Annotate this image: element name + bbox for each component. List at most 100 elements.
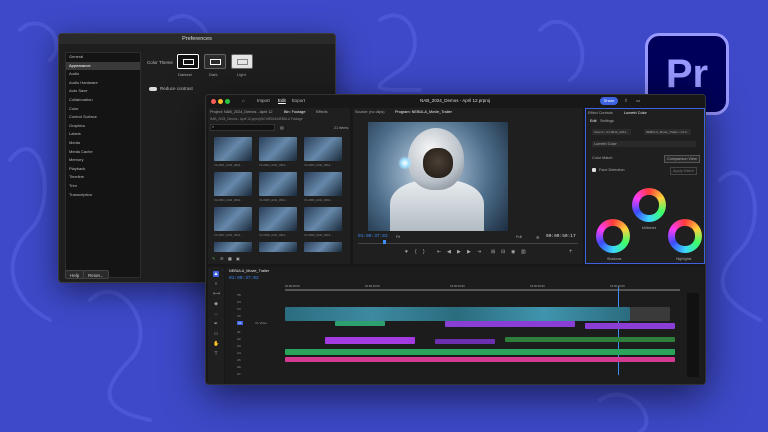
prefs-item-playback[interactable]: Playback xyxy=(66,165,140,174)
v1-clip-tail[interactable] xyxy=(630,307,670,321)
rectangle-tool-icon[interactable]: ▭ xyxy=(213,331,219,337)
help-button[interactable]: Help xyxy=(65,270,85,279)
workspace-icon[interactable]: ▭ xyxy=(636,98,640,104)
tab-bin-footage[interactable]: Bin: Footage xyxy=(284,110,306,114)
step-forward-icon[interactable]: ▶ xyxy=(467,249,471,255)
comparison-view-button[interactable]: Comparison View xyxy=(664,155,700,163)
razor-tool-icon[interactable]: ◆ xyxy=(213,301,219,307)
resolution-select[interactable]: Full xyxy=(516,235,522,239)
a5-clip[interactable] xyxy=(285,349,675,355)
minimize-window-button[interactable] xyxy=(218,99,223,104)
v2-clip[interactable] xyxy=(335,321,385,326)
tab-settings[interactable]: Settings xyxy=(600,119,614,123)
add-button-icon[interactable]: + xyxy=(569,249,573,255)
a1-clip[interactable] xyxy=(585,323,675,329)
reduce-contrast-toggle[interactable] xyxy=(149,87,157,91)
tab-effect-controls[interactable]: Effect Controls xyxy=(588,111,613,115)
insert-icon[interactable]: ⊞ xyxy=(491,249,495,255)
clip-thumbnail[interactable] xyxy=(304,137,342,161)
tab-sequence[interactable]: NEBULA_Movie_Trailer xyxy=(229,269,269,273)
clip-thumbnail[interactable] xyxy=(259,172,297,196)
ripple-edit-tool-icon[interactable]: ⟷ xyxy=(213,291,220,297)
a1-clip[interactable] xyxy=(445,321,575,327)
add-marker-icon[interactable]: ♥ xyxy=(405,249,408,255)
monitor-scrubber[interactable] xyxy=(358,243,578,244)
nav-export[interactable]: Export xyxy=(292,98,305,103)
tab-program[interactable]: Program: NEBULA_Movie_Trailer xyxy=(395,110,452,114)
pencil-icon[interactable]: ✎ xyxy=(212,256,215,261)
track-select-tool-icon[interactable]: » xyxy=(213,281,219,287)
sequence-timecode[interactable]: 01:00:37:02 xyxy=(229,276,259,281)
clip-thumbnail[interactable] xyxy=(214,137,252,161)
face-detection-checkbox[interactable] xyxy=(592,168,596,172)
nav-edit[interactable]: Edit xyxy=(278,98,286,103)
nav-import[interactable]: Import xyxy=(257,98,270,103)
highlights-color-wheel[interactable] xyxy=(668,219,702,253)
step-back-icon[interactable]: ◀ xyxy=(447,249,451,255)
wrench-icon[interactable]: ⚙ xyxy=(536,235,539,240)
program-timecode[interactable]: 01:00:37:02 xyxy=(358,234,388,239)
prefs-item-control-surface[interactable]: Control Surface xyxy=(66,113,140,122)
comparison-view-icon[interactable]: ▥ xyxy=(521,249,526,255)
mark-out-icon[interactable]: } xyxy=(423,249,425,255)
mark-in-icon[interactable]: { xyxy=(415,249,417,255)
prefs-item-labels[interactable]: Labels xyxy=(66,130,140,139)
maximize-window-button[interactable] xyxy=(225,99,230,104)
zoom-fit-select[interactable]: Fit xyxy=(396,235,400,239)
new-bin-icon[interactable]: ▤ xyxy=(280,125,284,130)
prefs-item-appearance[interactable]: Appearance xyxy=(66,61,140,71)
prefs-item-audio-hardware[interactable]: Audio Hardware xyxy=(66,79,140,88)
tab-effects[interactable]: Effects xyxy=(316,110,328,114)
tab-project[interactable]: Project: NAB_2024_Demos - April 12 xyxy=(210,110,272,114)
theme-darkest-option[interactable] xyxy=(177,54,199,69)
type-tool-icon[interactable]: T xyxy=(213,351,219,357)
tab-source[interactable]: Source: (no clips) xyxy=(355,110,385,114)
clip-thumbnail[interactable] xyxy=(259,207,297,231)
prefs-item-media[interactable]: Media xyxy=(66,139,140,148)
prefs-item-trim[interactable]: Trim xyxy=(66,182,140,191)
a6-clip[interactable] xyxy=(285,357,675,362)
a3-clip[interactable] xyxy=(435,339,495,344)
clip-thumbnail[interactable] xyxy=(259,137,297,161)
play-icon[interactable]: ▶ xyxy=(457,249,461,255)
monitor-playhead[interactable] xyxy=(383,240,386,244)
clip-thumbnail[interactable] xyxy=(214,207,252,231)
prefs-item-color[interactable]: Color xyxy=(66,105,140,114)
source-clip-select[interactable]: Source • V1-0013_A011... xyxy=(592,129,631,135)
tab-edit[interactable]: Edit xyxy=(590,119,597,123)
clip-thumbnail[interactable] xyxy=(214,242,252,252)
clip-thumbnail[interactable] xyxy=(214,172,252,196)
freeform-view-icon[interactable]: ▣ xyxy=(236,256,240,261)
overwrite-icon[interactable]: ⊟ xyxy=(501,249,505,255)
timeline-ruler[interactable] xyxy=(285,289,680,291)
hand-tool-icon[interactable]: ✋ xyxy=(213,341,219,347)
home-icon[interactable]: ⌂ xyxy=(242,98,245,103)
apply-match-button[interactable]: Apply Match xyxy=(670,167,697,175)
clip-thumbnail[interactable] xyxy=(304,207,342,231)
theme-light-option[interactable] xyxy=(231,54,253,69)
export-frame-icon[interactable]: ◉ xyxy=(511,249,515,255)
program-video-frame[interactable] xyxy=(368,122,508,231)
tab-lumetri-color[interactable]: Lumetri Color xyxy=(624,111,647,115)
sequence-clip-select[interactable]: NEBULA_Movie_Trailer • V1-0... xyxy=(644,129,692,135)
list-view-icon[interactable]: ☰ xyxy=(220,256,223,261)
go-to-in-icon[interactable]: ⇤ xyxy=(437,249,441,255)
a3-clip[interactable] xyxy=(325,337,415,344)
v1-clip-strip[interactable] xyxy=(285,307,630,321)
prefs-item-media-cache[interactable]: Media Cache xyxy=(66,148,140,157)
share-button[interactable]: Share xyxy=(600,97,618,105)
icon-view-icon[interactable]: ▦ xyxy=(228,256,232,261)
clip-thumbnail[interactable] xyxy=(304,242,342,252)
prefs-item-memory[interactable]: Memory xyxy=(66,156,140,165)
prefs-item-collaboration[interactable]: Collaboration xyxy=(66,96,140,105)
slip-tool-icon[interactable]: ↔ xyxy=(213,311,219,317)
prefs-item-general[interactable]: General xyxy=(66,53,140,62)
prefs-item-graphics[interactable]: Graphics xyxy=(66,122,140,131)
prefs-item-auto-save[interactable]: Auto Save xyxy=(66,87,140,96)
track-label-v1[interactable]: V1 xyxy=(237,321,243,325)
clip-thumbnail[interactable] xyxy=(259,242,297,252)
selection-tool-icon[interactable]: ▲ xyxy=(213,271,219,277)
clip-thumbnail[interactable] xyxy=(304,172,342,196)
lumetri-effect-select[interactable]: Lumetri Color xyxy=(592,141,696,147)
theme-dark-option[interactable] xyxy=(204,54,226,69)
